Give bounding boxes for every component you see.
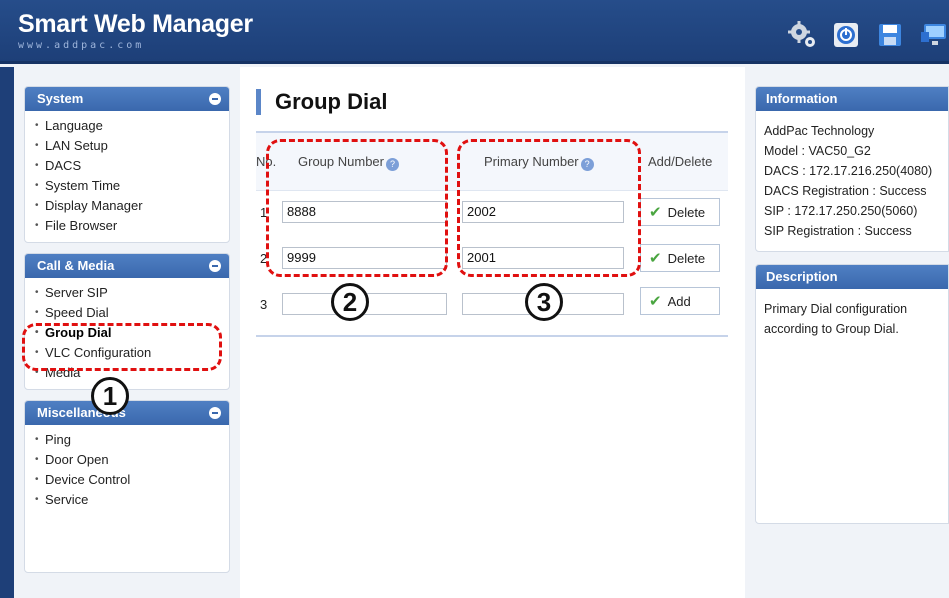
sidebar-item-file-browser[interactable]: File Browser — [35, 216, 229, 236]
delete-button[interactable]: ✔ Delete — [640, 244, 720, 272]
information-panel: Information AddPac Technology Model : VA… — [755, 86, 949, 252]
page-title: Group Dial — [256, 89, 387, 115]
sidebar-item-ping[interactable]: Ping — [35, 430, 229, 450]
info-line: DACS Registration : Success — [764, 184, 927, 198]
row-number: 3 — [260, 297, 268, 312]
annotation-highlight-group-dial — [22, 323, 222, 371]
collapse-icon[interactable] — [209, 93, 221, 105]
save-icon[interactable] — [875, 20, 905, 50]
app-title: Smart Web Manager — [18, 10, 253, 38]
system-panel-title: System — [37, 91, 84, 106]
left-border — [0, 67, 14, 598]
sidebar-item-language[interactable]: Language — [35, 116, 229, 136]
right-sidebar: Information AddPac Technology Model : VA… — [755, 86, 949, 536]
delete-button-label: Delete — [667, 250, 706, 266]
info-line: SIP Registration : Success — [764, 224, 912, 238]
info-line: AddPac Technology — [764, 124, 875, 138]
sidebar-item-display-manager[interactable]: Display Manager — [35, 196, 229, 216]
sidebar-item-system-time[interactable]: System Time — [35, 176, 229, 196]
power-icon[interactable] — [831, 20, 861, 50]
annotation-highlight-primary-number — [457, 139, 641, 277]
table-row: 3 ✔ Add — [256, 283, 728, 335]
misc-panel: Miscellaneous Ping Door Open Device Cont… — [24, 400, 230, 573]
system-panel: System Language LAN Setup DACS System Ti… — [24, 86, 230, 243]
check-icon: ✔ — [649, 250, 662, 267]
sidebar-item-service[interactable]: Service — [35, 490, 229, 510]
add-button-label: Add — [667, 293, 691, 309]
check-icon: ✔ — [649, 293, 662, 310]
gear-icon[interactable] — [787, 20, 817, 50]
check-icon: ✔ — [649, 204, 662, 221]
misc-panel-header[interactable]: Miscellaneous — [25, 401, 229, 425]
information-panel-header: Information — [756, 87, 948, 111]
sidebar-item-dacs[interactable]: DACS — [35, 156, 229, 176]
annotation-marker-2: 2 — [331, 283, 369, 321]
annotation-marker-3: 3 — [525, 283, 563, 321]
header-toolbar — [787, 20, 949, 50]
description-panel-header: Description — [756, 265, 948, 289]
sidebar-item-lan-setup[interactable]: LAN Setup — [35, 136, 229, 156]
sidebar-item-speed-dial[interactable]: Speed Dial — [35, 303, 229, 323]
description-panel: Description Primary Dial configuration a… — [755, 264, 949, 524]
info-line: SIP : 172.17.250.250(5060) — [764, 204, 918, 218]
annotation-marker-1: 1 — [91, 377, 129, 415]
app-header: Smart Web Manager www.addpac.com — [0, 0, 949, 64]
collapse-icon[interactable] — [209, 407, 221, 419]
info-line: DACS : 172.17.216.250(4080) — [764, 164, 933, 178]
delete-button[interactable]: ✔ Delete — [640, 198, 720, 226]
sidebar-item-server-sip[interactable]: Server SIP — [35, 283, 229, 303]
delete-button-label: Delete — [667, 204, 706, 220]
call-media-panel-header[interactable]: Call & Media — [25, 254, 229, 278]
annotation-highlight-group-number — [266, 139, 448, 277]
column-header-add-delete: Add/Delete — [648, 154, 713, 169]
system-panel-header[interactable]: System — [25, 87, 229, 111]
monitor-icon[interactable] — [919, 20, 949, 50]
app-subtitle: www.addpac.com — [18, 40, 145, 51]
collapse-icon[interactable] — [209, 260, 221, 272]
info-line: Model : VAC50_G2 — [764, 144, 871, 158]
sidebar-item-device-control[interactable]: Device Control — [35, 470, 229, 490]
sidebar-item-door-open[interactable]: Door Open — [35, 450, 229, 470]
description-text: Primary Dial configuration according to … — [764, 302, 908, 336]
call-media-panel-title: Call & Media — [37, 258, 115, 273]
add-button[interactable]: ✔ Add — [640, 287, 720, 315]
